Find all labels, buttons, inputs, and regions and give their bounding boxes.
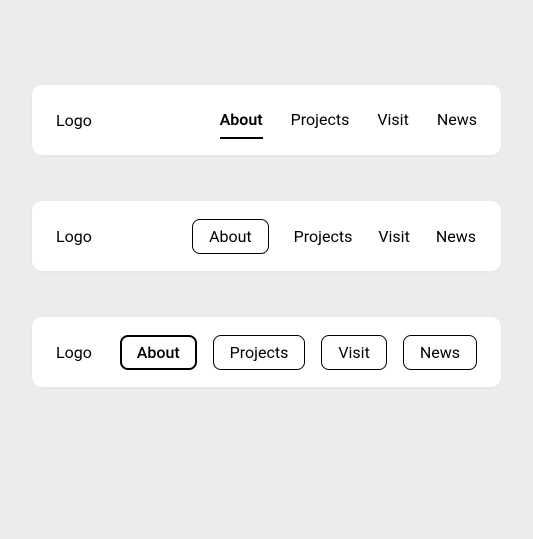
nav-items: About Projects Visit News — [220, 110, 477, 131]
nav-items: About Projects Visit News — [120, 335, 477, 370]
nav-item-projects[interactable]: Projects — [293, 219, 354, 254]
nav-item-news[interactable]: News — [435, 219, 477, 254]
nav-item-about[interactable]: About — [220, 110, 263, 131]
logo: Logo — [56, 343, 92, 362]
nav-items: About Projects Visit News — [192, 219, 477, 254]
navbar-outlined-all: Logo About Projects Visit News — [32, 317, 501, 387]
navbar-underline: Logo About Projects Visit News — [32, 85, 501, 155]
nav-item-news[interactable]: News — [437, 110, 477, 131]
nav-item-news[interactable]: News — [403, 335, 477, 370]
nav-item-visit[interactable]: Visit — [321, 335, 386, 370]
nav-item-projects[interactable]: Projects — [213, 335, 306, 370]
nav-item-projects[interactable]: Projects — [291, 110, 350, 131]
nav-item-visit[interactable]: Visit — [377, 219, 410, 254]
logo: Logo — [56, 227, 92, 246]
nav-item-about[interactable]: About — [192, 219, 269, 254]
navbar-outlined-active: Logo About Projects Visit News — [32, 201, 501, 271]
nav-item-visit[interactable]: Visit — [377, 110, 408, 131]
logo: Logo — [56, 111, 92, 130]
nav-item-about[interactable]: About — [120, 335, 197, 370]
